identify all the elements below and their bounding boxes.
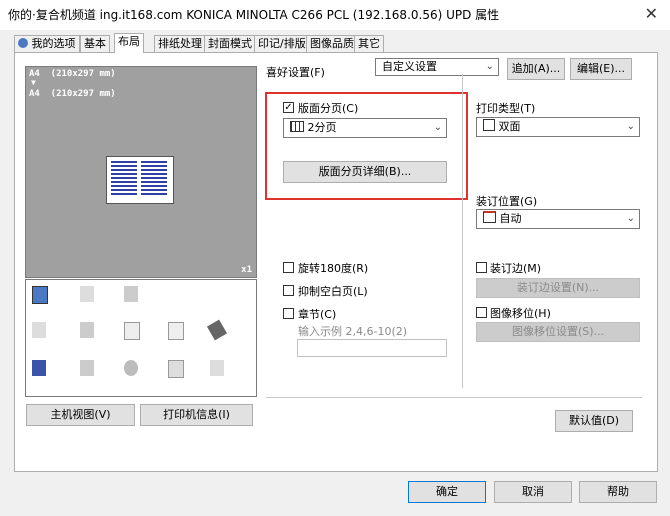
chevron-down-icon: ⌄ (626, 121, 635, 132)
favorites-edit-button[interactable]: 编辑(E)... (570, 58, 632, 80)
booklet-icon (32, 360, 46, 376)
setting-icons-panel (25, 279, 257, 397)
binding-position-value: 自动 (499, 212, 522, 225)
rotate-icon (206, 319, 228, 341)
letter-icon (124, 322, 140, 340)
copy-icon (124, 286, 138, 302)
tab-label: 印记/排版 (258, 37, 306, 50)
skip-blank-label: 抑制空白页(L) (298, 285, 368, 298)
tab-quality[interactable]: 图像品质 (306, 35, 358, 52)
ok-button[interactable]: 确定 (408, 481, 486, 503)
tab-cover-mode[interactable]: 封面模式 (204, 35, 256, 52)
multi-page-icon (80, 322, 94, 338)
help-button[interactable]: 帮助 (579, 481, 657, 503)
chapter-hint: 输入示例 2,4,6-10(2) (298, 325, 408, 338)
user-icon (18, 38, 28, 48)
favorites-value: 自定义设置 (382, 60, 437, 73)
binding-margin-settings-button[interactable]: 装订边设置(N)... (476, 278, 640, 298)
fold-icon (168, 360, 184, 378)
print-type-label: 打印类型(T) (476, 102, 536, 115)
tab-label: 我的选项 (31, 37, 76, 50)
image-shift-checkbox[interactable] (476, 307, 487, 318)
print-type-value: 双面 (498, 120, 521, 133)
tab-basic[interactable]: 基本 (80, 35, 110, 52)
tab-stamp[interactable]: 印记/排版 (254, 35, 310, 52)
divider (462, 74, 463, 388)
tray-icon (210, 360, 224, 376)
rotate-checkbox[interactable] (283, 262, 294, 273)
tab-my-options[interactable]: 我的选项 (14, 35, 80, 52)
chevron-down-icon: ⌄ (626, 213, 635, 224)
page-thumbnail (106, 156, 174, 204)
binding-position-label: 装订位置(G) (476, 195, 538, 208)
image-shift-label: 图像移位(H) (490, 307, 551, 320)
combination-checkbox[interactable]: ✓ (283, 102, 294, 113)
combination-label: 版面分页(C) (298, 102, 359, 115)
print-type-dropdown[interactable]: 双面 ⌄ (476, 117, 640, 137)
favorites-dropdown[interactable]: 自定义设置 ⌄ (375, 58, 499, 76)
tab-layout[interactable]: 布局 (114, 33, 144, 53)
output-size-label: A4 (210x297 mm) (29, 89, 116, 99)
default-button[interactable]: 默认值(D) (555, 410, 633, 432)
tab-label: 布局 (118, 35, 140, 48)
highlight-box (265, 92, 468, 200)
binding-position-dropdown[interactable]: 自动 ⌄ (476, 209, 640, 229)
tab-label: 基本 (84, 37, 106, 50)
punch-icon (124, 360, 138, 376)
printer-info-button[interactable]: 打印机信息(I) (140, 404, 253, 426)
close-icon[interactable]: ✕ (645, 4, 658, 23)
skip-blank-checkbox[interactable] (283, 285, 294, 296)
page-right (141, 161, 167, 197)
file-icon (168, 322, 184, 340)
paper-size-label: A4 (210x297 mm) (29, 69, 116, 79)
chapter-checkbox[interactable] (283, 308, 294, 319)
binding-margin-checkbox[interactable] (476, 262, 487, 273)
binding-margin-label: 装订边(M) (490, 262, 542, 275)
window-title: 你的·复合机频道 ing.it168.com KONICA MINOLTA C2… (8, 8, 500, 22)
page-left (111, 161, 137, 197)
print-preview: A4 (210x297 mm) ▼ A4 (210x297 mm) x1 (25, 66, 257, 278)
tab-finishing[interactable]: 排纸处理 (154, 35, 206, 52)
tab-other[interactable]: 其它 (354, 35, 384, 52)
favorites-label: 喜好设置(F) (266, 66, 325, 79)
tab-label: 其它 (358, 37, 380, 50)
duplex-icon (483, 119, 495, 131)
rotate-label: 旋转180度(R) (298, 262, 369, 275)
arrow-down-icon: ▼ (31, 78, 36, 87)
chevron-down-icon: ⌄ (485, 61, 494, 72)
staple-icon (80, 360, 94, 376)
binding-icon (483, 211, 496, 223)
chapter-label: 章节(C) (298, 308, 337, 321)
page-icon (80, 286, 94, 302)
combination-detail-button[interactable]: 版面分页详细(B)... (283, 161, 447, 183)
favorites-add-button[interactable]: 追加(A)... (507, 58, 565, 80)
chevron-down-icon: ⌄ (433, 122, 442, 133)
tab-label: 图像品质 (310, 37, 354, 50)
tab-label: 封面模式 (208, 37, 252, 50)
chapter-input[interactable] (297, 339, 447, 357)
tab-label: 排纸处理 (158, 37, 202, 50)
cancel-button[interactable]: 取消 (494, 481, 572, 503)
copies-label: x1 (241, 265, 252, 275)
combination-value: 2分页 (307, 121, 337, 134)
doc-icon (32, 322, 46, 338)
image-shift-settings-button[interactable]: 图像移位设置(S)... (476, 322, 640, 342)
layout-icon (32, 286, 48, 304)
title-bar: 你的·复合机频道 ing.it168.com KONICA MINOLTA C2… (0, 0, 670, 30)
host-view-button[interactable]: 主机视图(V) (26, 404, 135, 426)
combination-dropdown[interactable]: 2分页 ⌄ (283, 118, 447, 138)
pages-icon (290, 121, 304, 132)
divider (266, 397, 642, 398)
